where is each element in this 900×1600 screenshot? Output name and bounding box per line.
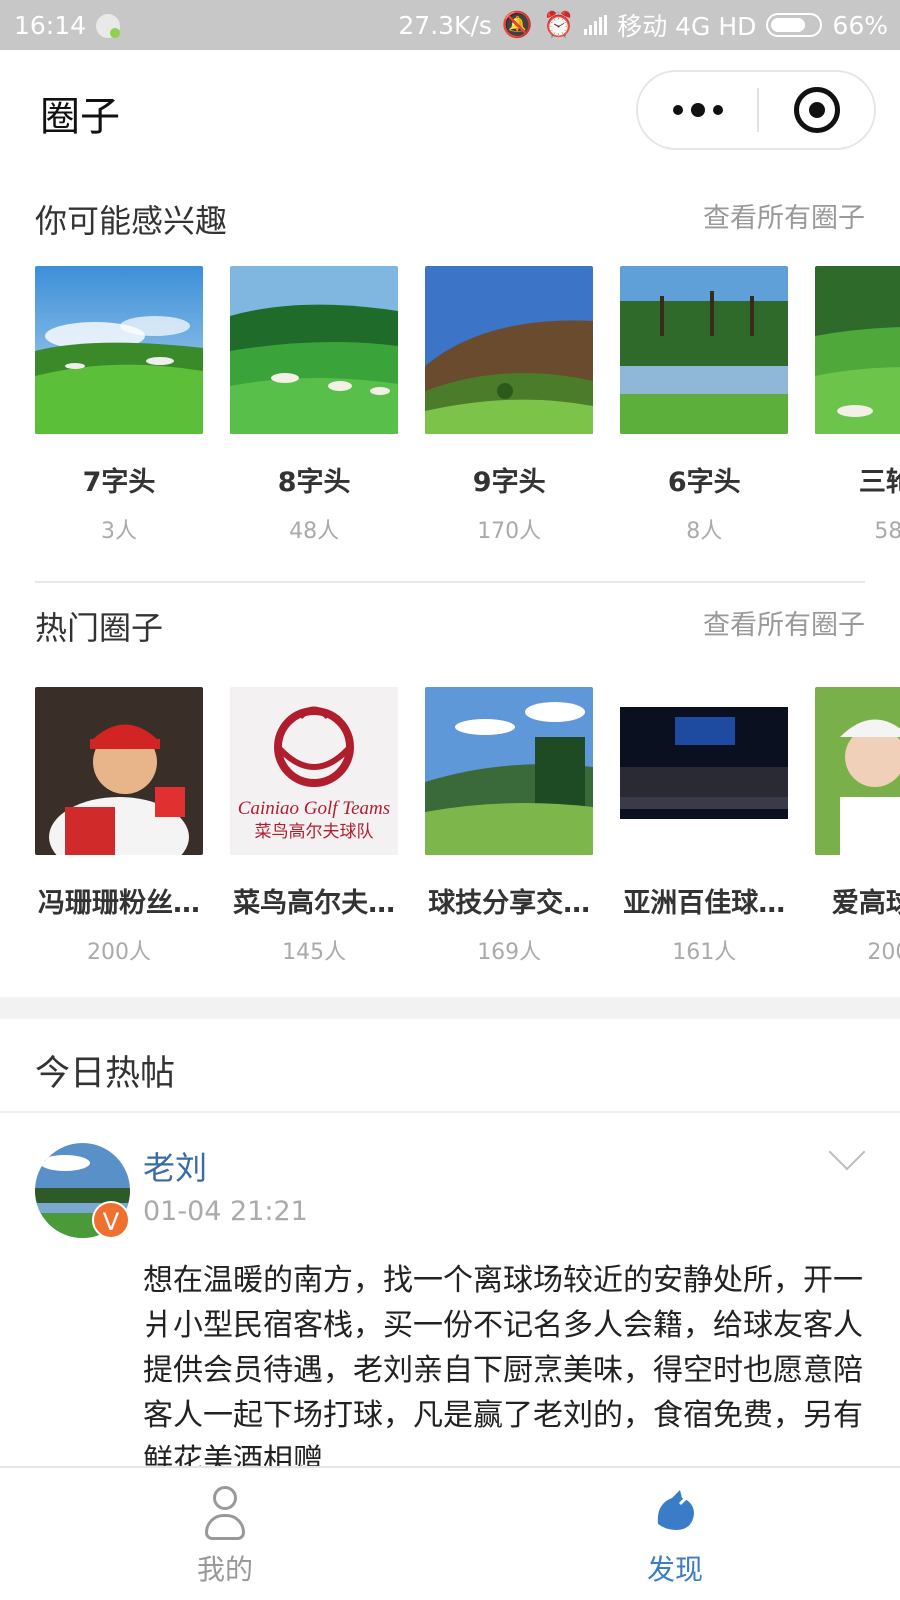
mute-icon: 🔕 — [501, 10, 534, 39]
logo-text-en: Cainiao Golf Teams — [238, 798, 390, 819]
circle-card[interactable]: 球技分享交… 169人 — [425, 687, 594, 966]
status-bar: 16:14 27.3K/s 🔕 ⏰ 移动 4G HD 66% — [0, 0, 900, 50]
circle-name: 爱高球爱… — [831, 888, 900, 919]
battery-icon — [766, 13, 823, 37]
circle-member-count: 58人 — [874, 519, 900, 544]
circle-card[interactable]: 9字头 170人 — [425, 266, 594, 545]
circle-name: 球技分享交… — [428, 888, 591, 919]
circle-name: 6字头 — [667, 467, 741, 498]
hot-header: 热门圈子 查看所有圈子 — [35, 603, 865, 653]
circle-card[interactable]: 6字头 8人 — [620, 266, 789, 545]
circle-thumbnail — [620, 687, 789, 855]
post-author[interactable]: 老刘 — [143, 1143, 207, 1189]
circle-name: 9字头 — [472, 467, 546, 498]
circle-member-count: 200人 — [867, 940, 900, 965]
hot-carousel[interactable]: 冯珊珊粉丝… 200人 Cainiao Golf Teams 菜鸟高尔夫球队 菜… — [35, 687, 900, 967]
verified-badge: V — [92, 1201, 130, 1239]
tab-discover[interactable]: 发现 — [450, 1468, 900, 1600]
discover-icon — [657, 1490, 694, 1530]
tab-bar: 我的 发现 — [0, 1466, 900, 1600]
tab-mine[interactable]: 我的 — [0, 1468, 450, 1600]
more-button[interactable] — [638, 72, 757, 148]
title-bar: 圈子 — [0, 50, 900, 168]
circle-member-count: 161人 — [672, 940, 737, 965]
interest-see-all-link[interactable]: 查看所有圈子 — [703, 196, 865, 235]
circle-member-count: 145人 — [282, 940, 347, 965]
circle-card[interactable]: 三轮车 58人 — [815, 266, 900, 545]
circle-thumbnail — [35, 266, 203, 434]
hot-title: 热门圈子 — [35, 609, 164, 647]
person-icon — [205, 1486, 245, 1542]
chevron-down-icon[interactable] — [828, 1133, 866, 1171]
signal-icon — [584, 15, 608, 35]
app-notification-icon — [96, 14, 120, 38]
circle-thumbnail — [815, 266, 900, 434]
section-gap — [0, 997, 900, 1019]
circle-card[interactable]: 7字头 3人 — [35, 266, 203, 545]
circle-member-count: 48人 — [289, 519, 340, 544]
interest-title: 你可能感兴趣 — [35, 202, 228, 240]
status-time: 16:14 — [14, 10, 87, 40]
circle-name: 亚洲百佳球… — [623, 888, 786, 919]
circle-thumbnail — [230, 266, 399, 434]
circle-member-count: 170人 — [477, 519, 542, 544]
circle-card[interactable]: 冯珊珊粉丝… 200人 — [35, 687, 203, 966]
post-text[interactable]: 想在温暖的南方，找一个离球场较近的安静处所，开一爿小型民宿客栈，买一份不记名多人… — [143, 1258, 863, 1466]
post-item[interactable]: V 老刘 01-04 21:21 想在温暖的南方，找一个离球场较近的安静处所，开… — [0, 1113, 900, 1466]
logo-text-cn: 菜鸟高尔夫球队 — [255, 822, 374, 842]
target-icon — [793, 87, 840, 133]
interest-header: 你可能感兴趣 查看所有圈子 — [35, 196, 865, 246]
circle-card[interactable]: 亚洲百佳球… 161人 — [620, 687, 789, 966]
circle-thumbnail — [35, 687, 203, 855]
circle-member-count: 169人 — [477, 940, 542, 965]
section-divider — [35, 581, 865, 583]
network-speed: 27.3K/s — [398, 10, 492, 40]
circle-name: 7字头 — [82, 467, 156, 498]
circle-thumbnail — [425, 266, 594, 434]
today-title: 今日热帖 — [35, 1054, 176, 1094]
interest-carousel[interactable]: 7字头 3人 8字头 48人 9字头 170人 6字头 8人 三轮 58 — [35, 266, 900, 546]
battery-percent: 66% — [832, 10, 888, 40]
circle-card[interactable]: 8字头 48人 — [230, 266, 399, 545]
circle-name: 8字头 — [277, 467, 351, 498]
tab-discover-label: 发现 — [646, 1553, 703, 1586]
circle-name: 冯珊珊粉丝… — [38, 888, 200, 919]
close-miniapp-button[interactable] — [759, 72, 874, 148]
alarm-icon: ⏰ — [543, 10, 575, 39]
circle-name: 菜鸟高尔夫… — [233, 888, 396, 919]
circle-member-count: 8人 — [686, 519, 723, 544]
circle-card[interactable]: Cainiao Golf Teams 菜鸟高尔夫球队 菜鸟高尔夫… 145人 — [230, 687, 399, 966]
post-time: 01-04 21:21 — [143, 1196, 308, 1227]
circle-thumbnail — [620, 266, 789, 434]
circle-thumbnail — [815, 687, 900, 855]
circle-card[interactable]: 爱高球爱… 200人 — [815, 687, 900, 966]
status-right: 27.3K/s 🔕 ⏰ 移动 4G HD 66% — [398, 7, 888, 43]
carrier-label: 移动 4G HD — [617, 12, 757, 41]
circle-name: 三轮车 — [858, 467, 900, 498]
circle-thumbnail — [425, 687, 594, 855]
tab-mine-label: 我的 — [196, 1553, 253, 1586]
circle-member-count: 200人 — [87, 940, 151, 965]
circle-thumbnail: Cainiao Golf Teams 菜鸟高尔夫球队 — [230, 687, 399, 855]
hot-see-all-link[interactable]: 查看所有圈子 — [703, 603, 865, 642]
page-title: 圈子 — [40, 94, 120, 140]
circle-member-count: 3人 — [101, 519, 137, 544]
miniapp-capsule — [636, 70, 876, 150]
